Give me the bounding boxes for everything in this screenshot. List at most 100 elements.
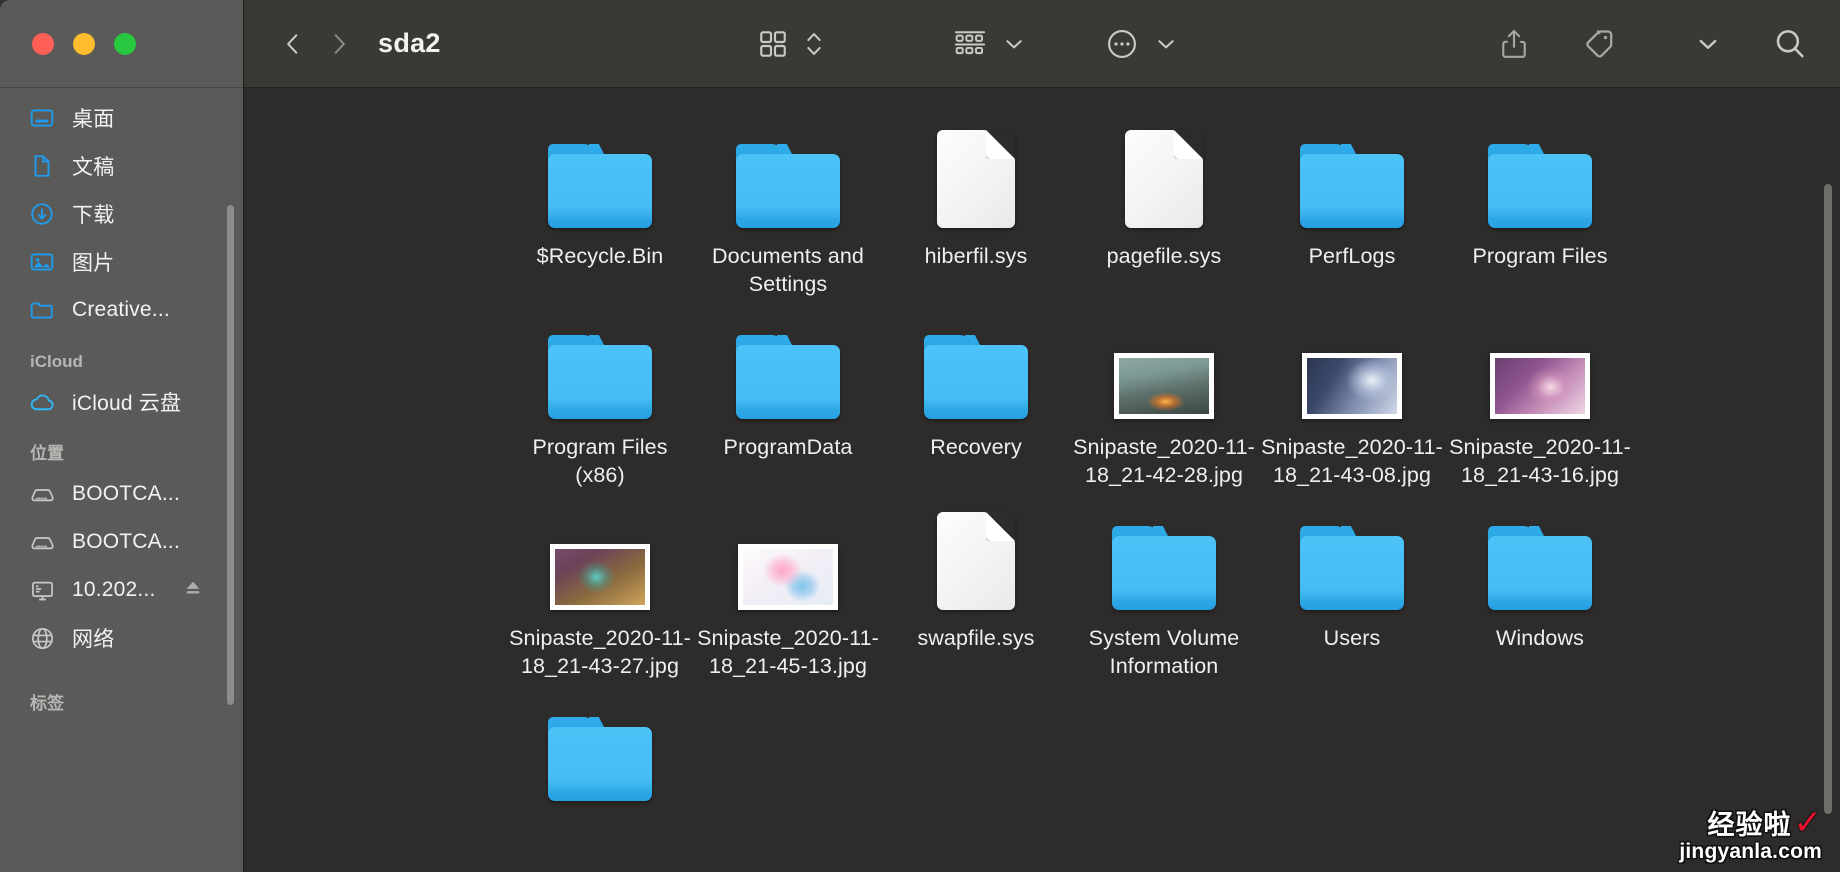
pictures-icon [28,248,56,276]
share-icon [1502,29,1526,58]
file-name: Program Files (x86) [532,435,668,487]
sidebar-item-label: 网络 [72,628,115,651]
file-item[interactable]: hiberfil.sys [882,110,1070,301]
share-button[interactable] [1494,20,1534,68]
sidebar-item-bootcamp-2[interactable]: BOOTCA... [0,518,243,566]
file-name: Snipaste_2020-11-18_21-43-08.jpg [1261,435,1443,487]
folder-icon [1300,118,1404,228]
tag-button[interactable] [1578,20,1620,68]
file-item[interactable]: Documents and Settings [694,110,882,301]
image-thumbnail [1302,309,1402,419]
chevron-left-icon [287,33,298,54]
file-name: Snipaste_2020-11-18_21-45-13.jpg [697,626,879,678]
hard-disk-icon [28,528,56,556]
folder-icon [736,118,840,228]
watermark: 经验啦 ✓ jingyanla.com [1679,803,1822,864]
content-scrollbar[interactable] [1824,184,1832,814]
sidebar: 桌面 文稿 下载 图片 Creative... iCloud iCloud 云盘… [0,0,243,872]
icon-view-grid-icon [760,30,787,57]
file-name: Snipaste_2020-11-18_21-42-28.jpg [1073,435,1255,487]
group-by-icon [955,30,986,54]
eject-icon[interactable] [182,577,204,604]
file-item[interactable]: System Volume Information [1070,492,1258,683]
folder-icon [1488,118,1592,228]
sidebar-section-icloud: iCloud [30,352,83,371]
file-name: System Volume Information [1088,626,1240,678]
desktop-icon [28,104,56,132]
file-grid-area: $Recycle.Bin Documents and Settings hibe… [244,88,1840,872]
sidebar-item-creative[interactable]: Creative... [0,286,243,334]
file-item[interactable]: Snipaste_2020-11-18_21-43-27.jpg [506,492,694,683]
sidebar-item-documents[interactable]: 文稿 [0,142,243,190]
file-item[interactable]: Snipaste_2020-11-18_21-42-28.jpg [1070,301,1258,492]
image-thumbnail [550,500,650,610]
document-icon [937,118,1015,228]
chevron-down-icon [1006,39,1023,48]
file-name: Recovery [930,435,1022,459]
folder-icon [1112,500,1216,610]
file-item[interactable]: Program Files [1446,110,1634,301]
sidebar-item-server[interactable]: 10.202... [0,566,243,614]
file-item[interactable]: ProgramData [694,301,882,492]
toolbar-overflow-button[interactable] [1692,20,1724,68]
sidebar-item-desktop[interactable]: 桌面 [0,94,243,142]
file-item[interactable]: Users [1258,492,1446,683]
server-icon [28,576,56,604]
file-item[interactable]: Snipaste_2020-11-18_21-43-08.jpg [1258,301,1446,492]
sidebar-item-network[interactable]: 网络 [0,614,243,662]
file-name: swapfile.sys [917,626,1035,650]
file-item[interactable]: $Recycle.Bin [506,110,694,301]
sidebar-item-pictures[interactable]: 图片 [0,238,243,286]
watermark-check-icon: ✓ [1793,803,1823,842]
file-item[interactable]: Recovery [882,301,1070,492]
document-icon [28,152,56,180]
file-item[interactable]: Snipaste_2020-11-18_21-45-13.jpg [694,492,882,683]
file-item[interactable]: Windows [1446,492,1634,683]
file-name: ProgramData [723,435,853,459]
view-stepper-button[interactable] [799,20,829,68]
sidebar-item-downloads[interactable]: 下载 [0,190,243,238]
sidebar-scrollbar[interactable] [227,205,234,705]
chevron-right-icon [334,33,345,54]
main-panel: sda2 $Recycle.Bin Documents and Settings… [243,0,1840,872]
file-item[interactable]: Program Files (x86) [506,301,694,492]
back-button[interactable] [270,21,316,67]
sidebar-item-bootcamp-1[interactable]: BOOTCA... [0,470,243,518]
file-item[interactable]: Snipaste_2020-11-18_21-43-16.jpg [1446,301,1634,492]
file-name: Documents and Settings [712,244,864,296]
folder-icon [736,309,840,419]
zoom-button[interactable] [114,32,136,55]
minimize-button[interactable] [73,32,95,55]
sidebar-item-label: iCloud 云盘 [72,392,182,415]
file-item[interactable]: swapfile.sys [882,492,1070,683]
sidebar-item-label: Creative... [72,298,170,321]
forward-button[interactable] [316,21,362,67]
file-item[interactable] [506,683,694,872]
chevron-updown-icon [807,32,822,55]
folder-icon [924,309,1028,419]
document-icon [1125,118,1203,228]
search-button[interactable] [1768,20,1812,68]
chevron-down-icon [1158,39,1175,48]
icon-view-button[interactable] [753,20,793,68]
close-button[interactable] [32,32,54,55]
file-name: hiberfil.sys [924,244,1028,268]
more-actions-chevron-button[interactable] [1151,20,1181,68]
file-name: Windows [1496,626,1584,650]
download-icon [28,200,56,228]
watermark-url: jingyanla.com [1679,840,1822,863]
sidebar-item-icloud-drive[interactable]: iCloud 云盘 [0,378,243,426]
image-thumbnail [1114,309,1214,419]
sidebar-section-tags: 标签 [30,694,64,713]
sidebar-item-label: 文稿 [72,156,115,179]
image-thumbnail [1490,309,1590,419]
more-actions-button[interactable] [1101,20,1143,68]
file-grid: $Recycle.Bin Documents and Settings hibe… [244,110,1840,872]
file-item[interactable]: pagefile.sys [1070,110,1258,301]
group-by-button[interactable] [949,20,991,68]
sidebar-item-label: BOOTCA... [72,530,180,553]
group-by-chevron-button[interactable] [999,20,1029,68]
file-item[interactable]: PerfLogs [1258,110,1446,301]
folder-icon [548,118,652,228]
folder-icon [1488,500,1592,610]
